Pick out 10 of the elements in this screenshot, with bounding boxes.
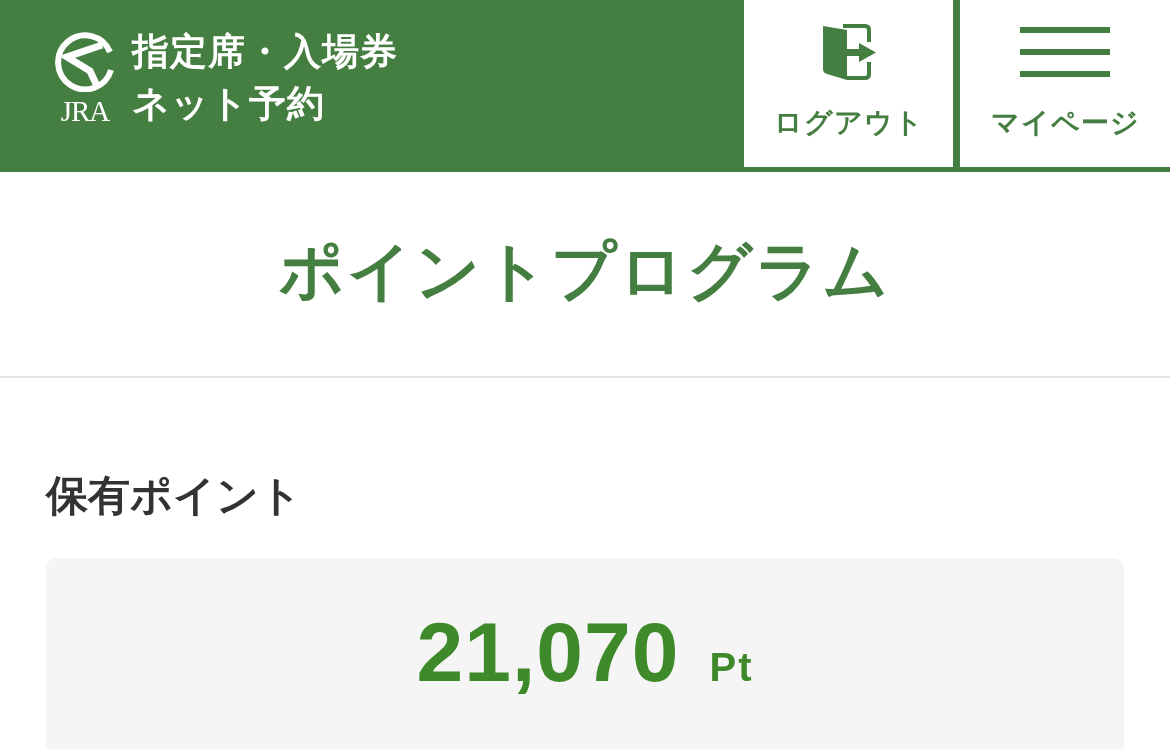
section-heading: 保有ポイント	[46, 470, 303, 522]
logo-text: JRA	[60, 96, 110, 126]
site-title[interactable]: 指定席・入場券 ネット予約	[132, 26, 398, 130]
page-title: ポイントプログラム	[279, 232, 891, 310]
menu-icon	[1020, 27, 1110, 77]
points-value: 21,070	[416, 610, 680, 694]
my-page-button[interactable]: マイページ	[960, 0, 1170, 167]
exit-door-icon	[820, 24, 877, 80]
points-unit: Pt	[709, 647, 754, 687]
logout-button[interactable]: ログアウト	[744, 0, 953, 167]
